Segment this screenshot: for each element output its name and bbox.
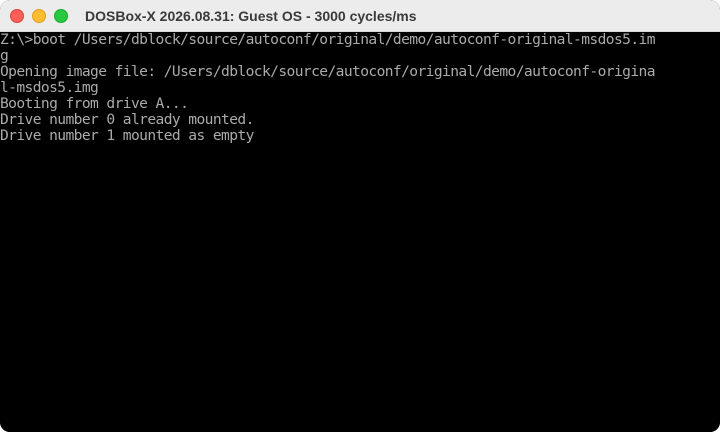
console-line-opening-image: Opening image file: /Users/dblock/source… (0, 63, 656, 80)
console-line-command-wrap: g (0, 47, 9, 64)
window-title: DOSBox-X 2026.08.31: Guest OS - 3000 cyc… (85, 8, 417, 24)
console-line-drive-1: Drive number 1 mounted as empty (0, 127, 254, 144)
dos-console-screen[interactable]: Z:\>boot /Users/dblock/source/autoconf/o… (0, 32, 720, 432)
minimize-button[interactable] (32, 9, 46, 23)
dosbox-window: DOSBox-X 2026.08.31: Guest OS - 3000 cyc… (0, 0, 720, 432)
console-line-opening-image-wrap: l-msdos5.img (0, 79, 99, 96)
console-line-command: Z:\>boot /Users/dblock/source/autoconf/o… (0, 32, 656, 48)
zoom-button[interactable] (54, 9, 68, 23)
title-bar[interactable]: DOSBox-X 2026.08.31: Guest OS - 3000 cyc… (0, 0, 720, 32)
close-button[interactable] (10, 9, 24, 23)
console-line-drive-0: Drive number 0 already mounted. (0, 111, 254, 128)
console-line-booting: Booting from drive A... (0, 95, 189, 112)
